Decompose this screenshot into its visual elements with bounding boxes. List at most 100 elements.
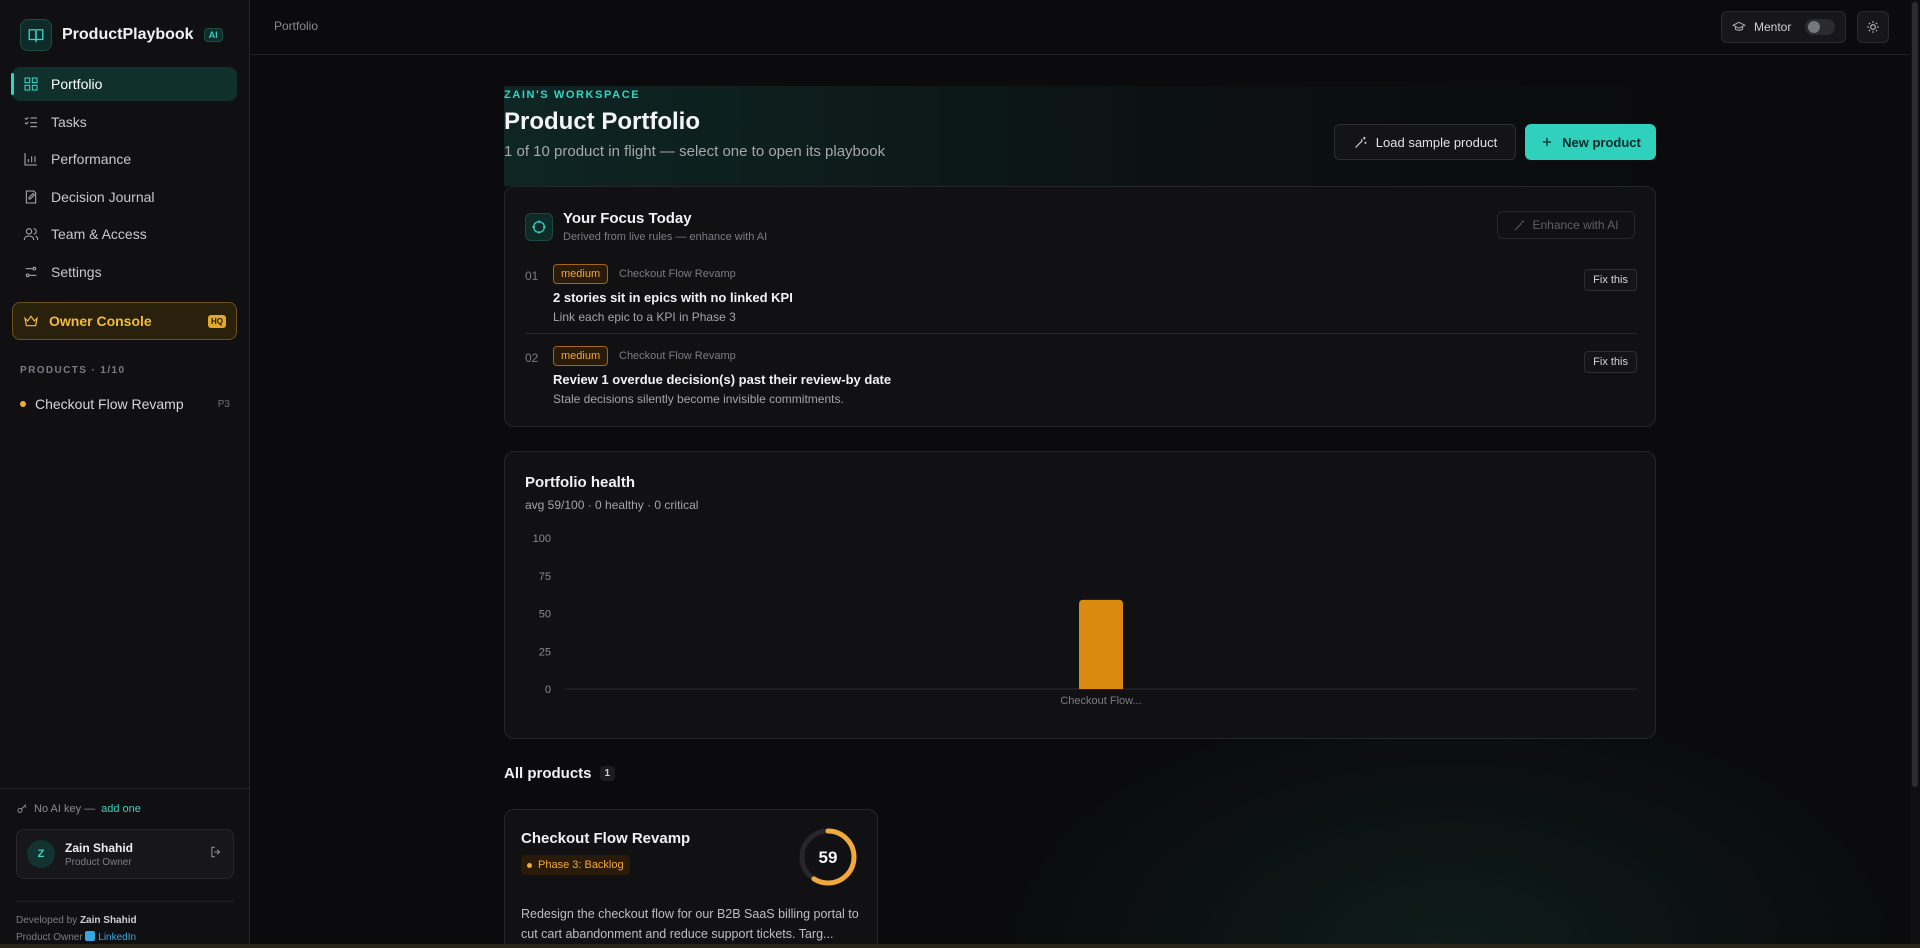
focus-item-number: 01 (525, 269, 539, 283)
new-product-button[interactable]: New product (1525, 124, 1656, 160)
user-name: Zain Shahid (65, 840, 134, 855)
portfolio-health-chart: 0 25 50 75 100 Checkout Flow... (533, 533, 1637, 707)
workspace-eyebrow: ZAIN'S WORKSPACE (504, 89, 641, 101)
focus-item-number: 02 (525, 351, 539, 365)
fix-this-button[interactable]: Fix this (1584, 351, 1637, 373)
wand-sparkles-icon (1515, 220, 1525, 230)
sidebar-item-team-access[interactable]: Team & Access (12, 217, 237, 251)
y-tick-label: 75 (539, 571, 551, 583)
theme-toggle-button[interactable] (1857, 11, 1889, 43)
focus-item-product: Checkout Flow Revamp (619, 350, 736, 362)
portfolio-health-card: Portfolio health avg 59/100 · 0 healthy … (504, 451, 1656, 739)
page-subtitle: 1 of 10 product in flight — select one t… (504, 143, 886, 160)
credit-role: Product Owner (16, 932, 83, 943)
user-role: Product Owner (65, 856, 132, 868)
focus-item-title: Review 1 overdue decision(s) past their … (553, 372, 892, 387)
status-dot (20, 401, 26, 407)
list-checks-icon (24, 116, 37, 127)
phase-tag: P3 (217, 398, 230, 410)
all-products-heading: All products 1 (504, 765, 616, 782)
focus-item-description: Link each epic to a KPI in Phase 3 (553, 310, 736, 324)
wand-sparkles-icon (1354, 136, 1367, 148)
sidebar: ProductPlaybook AI Portfolio Tasks Perfo… (0, 0, 250, 948)
sidebar-nav: Portfolio Tasks Performance Decision Jou… (11, 67, 237, 292)
bar-0[interactable] (1079, 599, 1123, 689)
book-icon (20, 19, 52, 51)
sidebar-item-performance[interactable]: Performance (12, 142, 237, 176)
product-card-description: Redesign the checkout flow for our B2B S… (521, 907, 859, 941)
user-card: Z Zain Shahid Product Owner (16, 829, 234, 879)
users-icon (23, 228, 39, 241)
focus-today-card: Your Focus Today Derived from live rules… (504, 186, 1656, 427)
graduation-cap-icon (1732, 21, 1746, 31)
grid-icon (24, 77, 38, 91)
y-tick-label: 0 (545, 684, 551, 696)
phase-badge: Phase 3: Backlog (521, 855, 630, 875)
sidebar-footer: No AI key — add one Z Zain Shahid Produc… (0, 788, 250, 943)
sidebar-item-decision-journal[interactable]: Decision Journal (12, 180, 237, 214)
load-sample-label: Load sample product (1375, 134, 1498, 150)
fix-this-button[interactable]: Fix this (1584, 269, 1637, 291)
sidebar-item-label: Decision Journal (51, 188, 155, 205)
crown-icon (24, 315, 38, 327)
ai-key-text: No AI key — (34, 803, 96, 815)
severity-badge: medium (553, 264, 609, 284)
product-card[interactable]: Checkout Flow Revamp Phase 3: Backlog 59… (504, 809, 878, 948)
ai-badge: AI (203, 28, 223, 42)
mentor-toggle[interactable]: Mentor (1721, 11, 1846, 43)
logout-icon[interactable] (209, 845, 223, 864)
load-sample-product-button[interactable]: Load sample product (1334, 124, 1516, 160)
x-tick-label: Checkout Flow... (1060, 695, 1141, 707)
brand-name: ProductPlaybook (62, 26, 194, 43)
bottom-edge (0, 944, 1920, 948)
sidebar-item-tasks[interactable]: Tasks (12, 105, 237, 139)
credit-name: Zain Shahid (79, 915, 137, 926)
developer-credit: Developed by Zain Shahid Product Owner L… (16, 901, 234, 946)
product-name: Checkout Flow Revamp (35, 396, 184, 412)
brand[interactable]: ProductPlaybook AI (20, 19, 223, 51)
status-dot (527, 862, 532, 868)
topbar: Portfolio Mentor (251, 0, 1920, 55)
linkedin-icon (85, 931, 96, 941)
sidebar-item-label: Team & Access (51, 226, 147, 242)
sidebar-item-label: Settings (51, 263, 102, 280)
sidebar-item-settings[interactable]: Settings (12, 255, 237, 289)
add-ai-key-link[interactable]: add one (101, 803, 141, 815)
linkedin-label: LinkedIn (98, 932, 137, 943)
page-title: Product Portfolio (504, 108, 700, 135)
mentor-switch[interactable] (1805, 19, 1835, 35)
focus-item-title: 2 stories sit in epics with no linked KP… (553, 290, 793, 305)
focus-subtitle: Derived from live rules — enhance with A… (563, 231, 768, 243)
sidebar-item-label: Performance (51, 151, 132, 167)
owner-console-label: Owner Console (49, 313, 152, 329)
new-product-label: New product (1562, 134, 1641, 150)
scrollbar-thumb[interactable] (1912, 2, 1918, 787)
breadcrumb[interactable]: Portfolio (274, 19, 318, 33)
ai-key-notice: No AI key — add one (16, 803, 141, 815)
health-score-value: 59 (819, 848, 838, 867)
owner-console-button[interactable]: Owner Console HQ (12, 302, 237, 340)
linkedin-link[interactable]: LinkedIn (85, 931, 137, 943)
sidebar-item-label: Portfolio (51, 76, 103, 92)
focus-item-product: Checkout Flow Revamp (619, 268, 736, 280)
enhance-label: Enhance with AI (1532, 218, 1619, 232)
all-products-title: All products (504, 765, 592, 782)
crosshair-icon (525, 213, 553, 241)
credit-prefix: Developed by (16, 915, 78, 926)
products-heading: PRODUCTS · 1/10 (20, 365, 126, 376)
sun-icon (1867, 21, 1879, 33)
hq-badge: HQ (208, 314, 226, 328)
phase-label: Phase 3: Backlog (538, 859, 624, 871)
y-tick-label: 100 (533, 533, 551, 545)
y-tick-label: 50 (539, 609, 551, 621)
enhance-with-ai-button[interactable]: Enhance with AI (1497, 211, 1635, 239)
sidebar-product-checkout-flow-revamp[interactable]: Checkout Flow Revamp P3 (20, 394, 230, 414)
mentor-label: Mentor (1754, 20, 1792, 34)
severity-badge: medium (553, 346, 609, 366)
product-count-badge: 1 (599, 766, 616, 781)
focus-title: Your Focus Today (563, 210, 692, 227)
divider (525, 333, 1637, 334)
plus-icon (1543, 137, 1552, 147)
sidebar-item-portfolio[interactable]: Portfolio (11, 67, 237, 101)
journal-icon (25, 189, 37, 204)
